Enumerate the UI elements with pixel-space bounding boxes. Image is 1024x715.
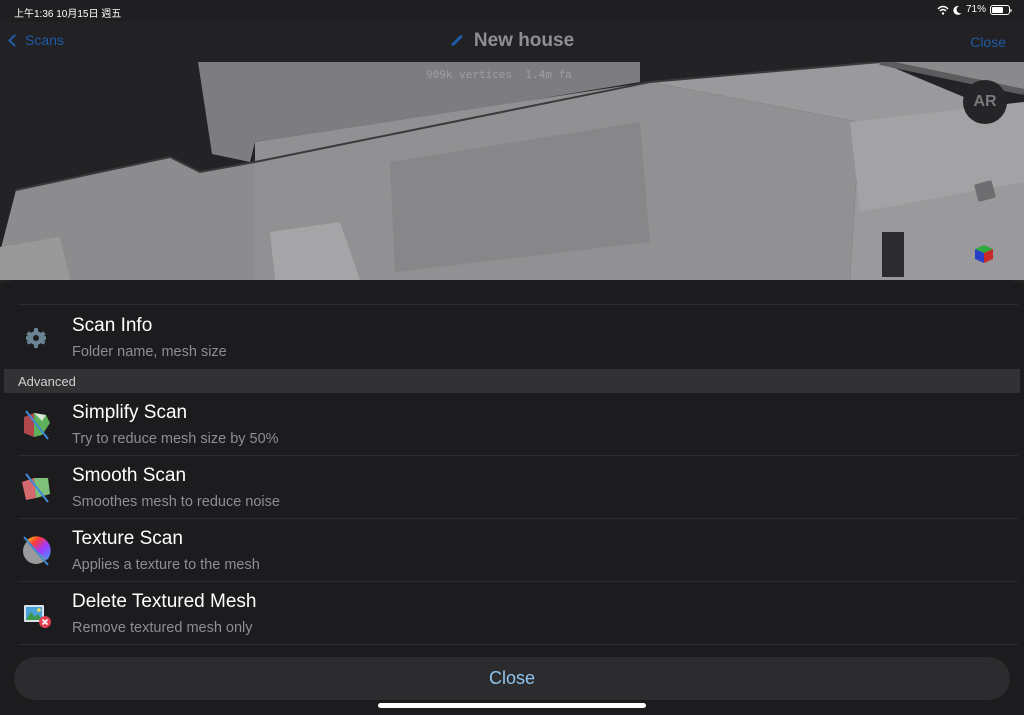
texture-scan-row[interactable]: Texture Scan Applies a texture to the me… bbox=[0, 519, 1024, 582]
row-subtitle: Try to reduce mesh size by 50% bbox=[72, 431, 279, 447]
app-screen: 上午1:36 10月15日 週五 71% Scans New house Clo… bbox=[0, 0, 1024, 715]
row-title: Scan Info bbox=[72, 315, 153, 336]
texture-sphere-icon bbox=[23, 536, 51, 566]
wifi-icon bbox=[937, 5, 949, 15]
status-bar: 上午1:36 10月15日 週五 71% bbox=[0, 0, 1024, 22]
divider bbox=[18, 644, 1018, 645]
ar-button[interactable]: AR bbox=[963, 80, 1007, 124]
section-header-advanced: Advanced bbox=[4, 369, 1020, 393]
axis-cube-icon[interactable] bbox=[974, 244, 994, 264]
status-right: 71% bbox=[937, 4, 1012, 15]
simplify-mesh-icon bbox=[24, 410, 50, 440]
gear-icon bbox=[26, 328, 46, 348]
home-indicator[interactable] bbox=[378, 703, 646, 708]
options-sheet: Scan Info Folder name, mesh size Advance… bbox=[0, 280, 1024, 715]
pencil-icon bbox=[450, 34, 463, 47]
row-title: Simplify Scan bbox=[72, 402, 188, 423]
delete-texture-icon bbox=[24, 605, 51, 628]
battery-percent: 71% bbox=[965, 4, 986, 15]
smooth-scan-row[interactable]: Smooth Scan Smoothes mesh to reduce nois… bbox=[0, 456, 1024, 519]
simplify-scan-row[interactable]: Simplify Scan Try to reduce mesh size by… bbox=[0, 393, 1024, 456]
row-subtitle: Applies a texture to the mesh bbox=[72, 557, 260, 573]
mesh-stats-overlay: 909k vertices 1.4m fa bbox=[426, 68, 572, 81]
divider bbox=[18, 304, 1018, 305]
row-subtitle: Folder name, mesh size bbox=[72, 344, 227, 360]
page-title-text: New house bbox=[473, 30, 575, 51]
battery-fill bbox=[992, 6, 1004, 13]
row-subtitle: Remove textured mesh only bbox=[72, 620, 253, 636]
mesh-viewport[interactable]: 909k vertices 1.4m fa AR bbox=[0, 62, 1024, 282]
nav-close-button[interactable]: Close bbox=[970, 34, 1006, 50]
row-subtitle: Smoothes mesh to reduce noise bbox=[72, 494, 280, 510]
battery-icon bbox=[990, 4, 1012, 15]
status-time-date: 上午1:36 10月15日 週五 bbox=[14, 9, 122, 20]
navigation-bar: Scans New house Close bbox=[0, 22, 1024, 62]
moon-icon bbox=[953, 5, 962, 15]
scan-mesh bbox=[0, 62, 1024, 280]
smooth-mesh-icon bbox=[22, 473, 50, 503]
scan-info-row[interactable]: Scan Info Folder name, mesh size bbox=[0, 306, 1024, 369]
delete-textured-mesh-row[interactable]: Delete Textured Mesh Remove textured mes… bbox=[0, 582, 1024, 645]
page-title[interactable]: New house bbox=[0, 30, 1024, 52]
row-title: Delete Textured Mesh bbox=[72, 591, 257, 612]
row-title: Smooth Scan bbox=[72, 465, 187, 486]
sheet-close-button[interactable]: Close bbox=[14, 657, 1010, 700]
row-title: Texture Scan bbox=[72, 528, 183, 549]
